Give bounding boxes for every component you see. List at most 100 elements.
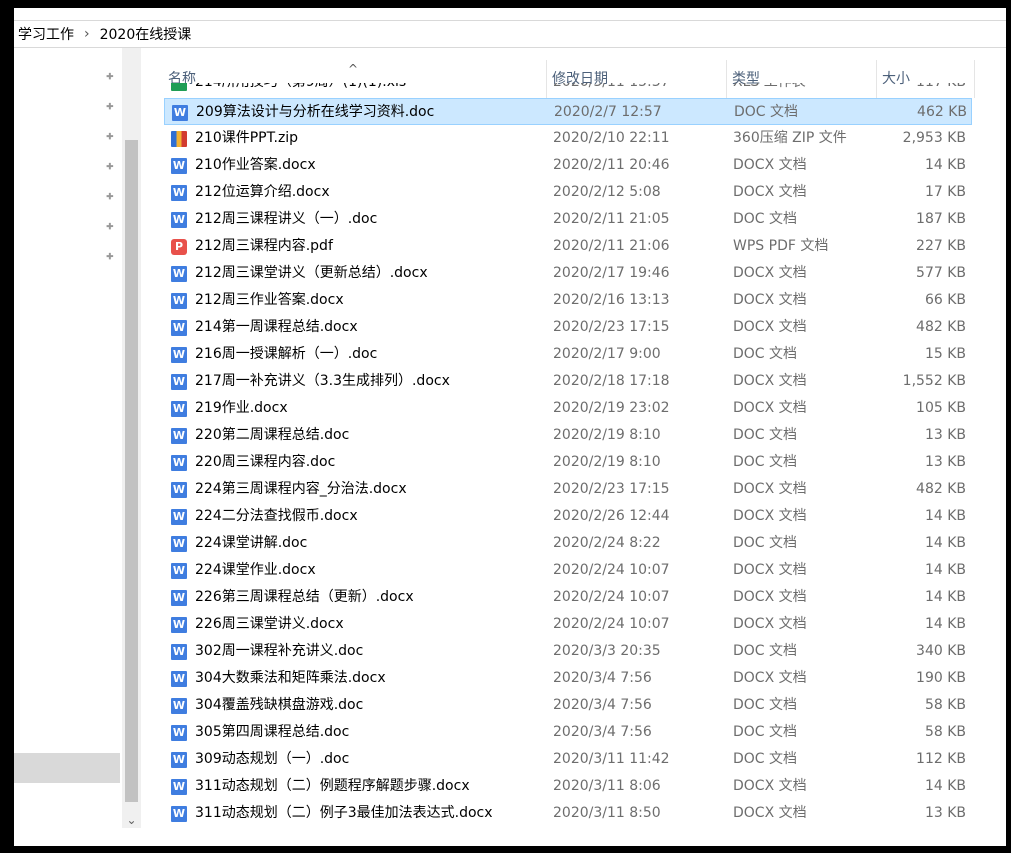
file-row[interactable]: W 311动态规划（二）例子3最佳加法表达式.docx 2020/3/11 8:50…: [164, 800, 972, 827]
file-type: DOCX 文档: [733, 292, 807, 308]
partial-file-row[interactable]: 214所用技巧（第9周）(1)(1).xls 2020/3/11 15:37 X…: [164, 83, 972, 99]
file-date: 2020/2/17 9:00: [553, 346, 661, 362]
file-date: 2020/3/4 7:56: [553, 697, 652, 713]
file-row[interactable]: W 212周三作业答案.docx 2020/2/16 13:13 DOCX 文档 66 …: [164, 287, 972, 314]
word-document-icon: W: [171, 806, 187, 822]
file-row[interactable]: W 209算法设计与分析在线学习资料.doc 2020/2/7 12:57 DOC 文…: [164, 98, 972, 125]
file-row[interactable]: W 212周三课程讲义（一）.doc 2020/2/11 21:05 DOC 文档 18…: [164, 206, 972, 233]
file-size: 13 KB: [924, 427, 966, 443]
file-row[interactable]: W 216周一授课解析（一）.doc 2020/2/17 9:00 DOC 文档 15 …: [164, 341, 972, 368]
breadcrumb-item[interactable]: 学习工作: [14, 24, 78, 44]
breadcrumb-item[interactable]: 2020在线授课: [96, 24, 196, 44]
word-document-icon: W: [172, 105, 188, 121]
file-row[interactable]: W 220第二周课程总结.doc 2020/2/19 8:10 DOC 文档 13 KB: [164, 422, 972, 449]
file-type: DOC 文档: [733, 643, 798, 659]
file-row[interactable]: W 309动态规划（一）.doc 2020/3/11 11:42 DOC 文档 112 …: [164, 746, 972, 773]
file-name: 224第三周课程内容_分治法.docx: [195, 481, 407, 497]
address-bar[interactable]: 学习工作 › 2020在线授课: [14, 20, 1006, 48]
file-type: DOC 文档: [733, 724, 798, 740]
breadcrumb-separator-icon[interactable]: ›: [78, 26, 96, 42]
file-row[interactable]: W 212周三课堂讲义（更新总结）.docx 2020/2/17 19:46 DOCX…: [164, 260, 972, 287]
file-row[interactable]: W 305第四周课程总结.doc 2020/3/4 7:56 DOC 文档 58 KB: [164, 719, 972, 746]
file-name: 220周三课程内容.doc: [195, 454, 336, 470]
file-date: 2020/2/24 10:07: [553, 562, 670, 578]
file-name: 224二分法查找假币.docx: [195, 508, 358, 524]
file-date: 2020/2/23 17:15: [553, 319, 670, 335]
file-name: 210作业答案.docx: [195, 157, 316, 173]
file-type: DOCX 文档: [733, 508, 807, 524]
file-date: 2020/2/11 20:46: [553, 157, 670, 173]
nav-selected-item[interactable]: [14, 753, 120, 783]
file-type: DOCX 文档: [733, 805, 807, 821]
file-name: 212周三课程内容.pdf: [195, 238, 333, 254]
file-row[interactable]: W 224二分法查找假币.docx 2020/2/26 12:44 DOCX 文档 14…: [164, 503, 972, 530]
file-date: 2020/3/11 15:37: [553, 83, 670, 96]
file-row[interactable]: W 217周一补充讲义（3.3生成排列）.docx 2020/2/18 17:18 D…: [164, 368, 972, 395]
file-name: 219作业.docx: [195, 400, 288, 416]
file-name: 305第四周课程总结.doc: [195, 724, 350, 740]
file-date: 2020/2/11 21:05: [553, 211, 670, 227]
file-name: 210课件PPT.zip: [195, 130, 299, 146]
file-name: 212周三课堂讲义（更新总结）.docx: [195, 265, 428, 281]
pin-icon[interactable]: ✖: [99, 157, 119, 177]
file-size: 58 KB: [924, 697, 966, 713]
file-row[interactable]: W 226周三课堂讲义.docx 2020/2/24 10:07 DOCX 文档 14 …: [164, 611, 972, 638]
file-name: 302周一课程补充讲义.doc: [195, 643, 364, 659]
file-row[interactable]: W 304覆盖残缺棋盘游戏.doc 2020/3/4 7:56 DOC 文档 58 KB: [164, 692, 972, 719]
file-type: DOCX 文档: [733, 265, 807, 281]
file-date: 2020/2/24 10:07: [553, 589, 670, 605]
file-date: 2020/2/7 12:57: [554, 104, 662, 120]
file-size: 340 KB: [916, 643, 966, 659]
scroll-up-icon[interactable]: [122, 48, 141, 64]
file-row[interactable]: W 210作业答案.docx 2020/2/11 20:46 DOCX 文档 14 KB: [164, 152, 972, 179]
file-row[interactable]: 210课件PPT.zip 2020/2/10 22:11 360压缩 ZIP 文件 2…: [164, 125, 972, 152]
word-document-icon: W: [171, 779, 187, 795]
word-document-icon: W: [171, 752, 187, 768]
file-date: 2020/2/26 12:44: [553, 508, 670, 524]
pin-icon[interactable]: ✖: [99, 247, 119, 267]
file-row[interactable]: W 214第一周课程总结.docx 2020/2/23 17:15 DOCX 文档 48…: [164, 314, 972, 341]
file-size: 112 KB: [916, 751, 966, 767]
file-type: DOCX 文档: [733, 319, 807, 335]
file-row[interactable]: W 212位运算介绍.docx 2020/2/12 5:08 DOCX 文档 17 KB: [164, 179, 972, 206]
file-row[interactable]: W 220周三课程内容.doc 2020/2/19 8:10 DOC 文档 13 KB: [164, 449, 972, 476]
word-document-icon: W: [171, 185, 187, 201]
file-size: 190 KB: [916, 670, 966, 686]
word-document-icon: W: [171, 212, 187, 228]
file-size: 227 KB: [916, 238, 966, 254]
file-size: 482 KB: [916, 319, 966, 335]
file-type: XLS 工作表: [733, 83, 806, 96]
file-row[interactable]: W 226第三周课程总结（更新）.docx 2020/2/24 10:07 DOCX …: [164, 584, 972, 611]
file-type: DOCX 文档: [733, 562, 807, 578]
file-size: 462 KB: [917, 104, 967, 120]
explorer-window: 学习工作 › 2020在线授课 ✖ ✖ ✖ ✖ ✖ ✖ ✖ ⌄ ^ 名称 修改日期 类型 大…: [14, 8, 1006, 846]
file-row[interactable]: W 224课堂作业.docx 2020/2/24 10:07 DOCX 文档 14 KB: [164, 557, 972, 584]
scroll-down-icon[interactable]: ⌄: [122, 812, 141, 828]
pin-icon[interactable]: ✖: [99, 127, 119, 147]
pin-icon[interactable]: ✖: [99, 217, 119, 237]
scrollbar-thumb[interactable]: [125, 140, 138, 802]
nav-scrollbar[interactable]: ⌄: [122, 48, 141, 828]
word-document-icon: W: [171, 698, 187, 714]
column-divider[interactable]: [974, 60, 975, 98]
pin-icon[interactable]: ✖: [99, 187, 119, 207]
file-row[interactable]: W 302周一课程补充讲义.doc 2020/3/3 20:35 DOC 文档 340 …: [164, 638, 972, 665]
file-row[interactable]: W 304大数乘法和矩阵乘法.docx 2020/3/4 7:56 DOCX 文档 19…: [164, 665, 972, 692]
file-type: DOC 文档: [733, 454, 798, 470]
pin-icon[interactable]: ✖: [99, 97, 119, 117]
file-size: 2,953 KB: [902, 130, 966, 146]
excel-file-icon: [171, 83, 187, 91]
word-document-icon: W: [171, 482, 187, 498]
file-type: 360压缩 ZIP 文件: [733, 130, 847, 146]
file-size: 66 KB: [924, 292, 966, 308]
file-row[interactable]: W 219作业.docx 2020/2/19 23:02 DOCX 文档 105 KB: [164, 395, 972, 422]
file-row[interactable]: W 311动态规划（二）例题程序解题步骤.docx 2020/3/11 8:06 DO…: [164, 773, 972, 800]
pin-icon[interactable]: ✖: [99, 67, 119, 87]
file-date: 2020/2/19 8:10: [553, 427, 661, 443]
file-name: 311动态规划（二）例题程序解题步骤.docx: [195, 778, 470, 794]
file-row[interactable]: W 224第三周课程内容_分治法.docx 2020/2/23 17:15 DOCX …: [164, 476, 972, 503]
file-row[interactable]: W 224课堂讲解.doc 2020/2/24 8:22 DOC 文档 14 KB: [164, 530, 972, 557]
file-type: DOCX 文档: [733, 481, 807, 497]
file-type: DOC 文档: [733, 535, 798, 551]
file-row[interactable]: P 212周三课程内容.pdf 2020/2/11 21:06 WPS PDF 文档 2…: [164, 233, 972, 260]
